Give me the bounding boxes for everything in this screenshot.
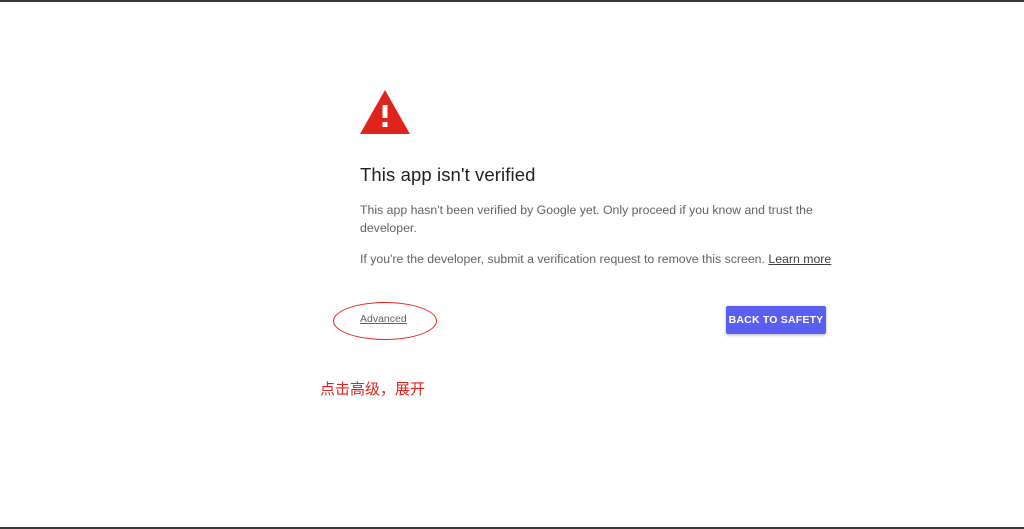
annotation-note: 点击高级，展开	[320, 380, 426, 398]
verification-description: This app hasn't been verified by Google …	[360, 203, 813, 235]
back-to-safety-button[interactable]: BACK TO SAFETY	[726, 306, 826, 334]
learn-more-link[interactable]: Learn more	[768, 252, 831, 266]
top-border	[0, 0, 1024, 2]
warning-triangle-icon	[360, 90, 410, 134]
advanced-link[interactable]: Advanced	[360, 313, 407, 325]
page-title: This app isn't verified	[360, 164, 536, 185]
developer-notice-text: If you're the developer, submit a verifi…	[360, 252, 769, 266]
developer-notice: If you're the developer, submit a verifi…	[360, 250, 831, 268]
